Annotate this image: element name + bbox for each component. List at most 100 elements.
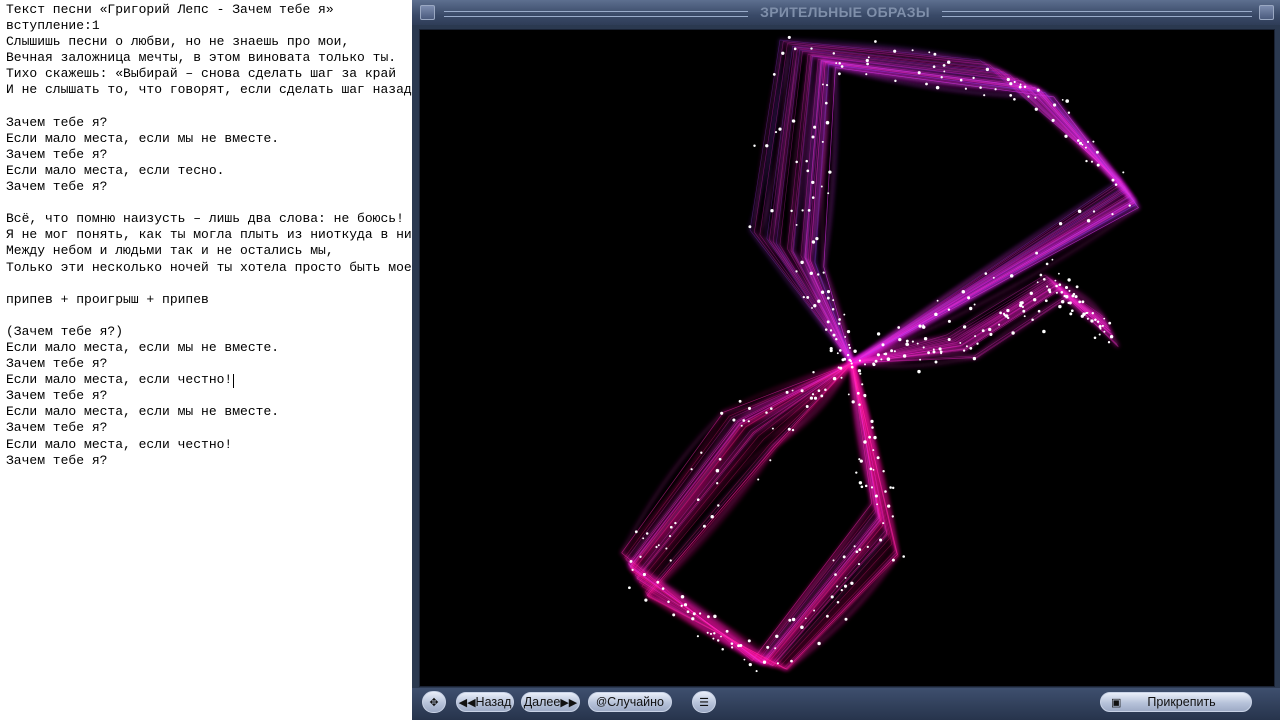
particle-dot: [665, 547, 668, 550]
particle-dot: [870, 486, 874, 489]
particle-dot: [883, 353, 886, 355]
particle-dot: [1077, 209, 1082, 214]
light-strand-core: [806, 60, 1135, 364]
particle-dot: [1035, 251, 1039, 255]
particle-dot: [874, 494, 878, 498]
particle-dot: [731, 646, 734, 649]
particle-dot: [911, 49, 914, 52]
particle-dot: [998, 323, 1001, 326]
particle-dot: [1078, 300, 1082, 304]
particle-dot: [1082, 312, 1086, 316]
light-strand: [790, 54, 1132, 364]
particle-dot: [858, 403, 861, 406]
particle-dot: [795, 160, 798, 164]
particle-dot: [932, 348, 935, 351]
lyrics-line: Вечная заложница мечты, в этом виновата …: [6, 50, 397, 66]
lyrics-line: Зачем тебе я?: [6, 356, 108, 372]
lyrics-line: вступление:1: [6, 18, 100, 34]
particle-dot: [824, 328, 828, 331]
next-button[interactable]: Далее ▶▶: [521, 692, 580, 712]
system-menu-icon[interactable]: [420, 5, 435, 20]
particle-dot: [830, 595, 834, 599]
particle-dot: [748, 225, 752, 229]
particle-dot: [645, 532, 649, 535]
particle-visualization: [620, 35, 1140, 673]
lyrics-text[interactable]: Текст песни «Григорий Лепс - Зачем тебе …: [6, 2, 412, 469]
particle-dot: [802, 295, 805, 299]
particle-dot: [801, 209, 804, 212]
particle-dot: [882, 522, 885, 525]
particle-dot: [1031, 318, 1034, 321]
particle-dot: [865, 73, 868, 76]
particle-dot: [1064, 134, 1068, 138]
particle-dot: [811, 196, 815, 199]
particle-dot: [820, 290, 825, 294]
particle-dot: [765, 144, 769, 148]
particle-dot: [686, 610, 690, 614]
particle-dot: [838, 318, 841, 321]
title-bar[interactable]: ЗРИТЕЛЬНЫЕ ОБРАЗЫ: [412, 0, 1280, 25]
random-button[interactable]: @ Случайно: [588, 692, 672, 712]
particle-dot: [1086, 140, 1090, 144]
particle-dot: [810, 47, 813, 50]
particle-dot: [936, 299, 939, 302]
particle-dot: [855, 550, 859, 554]
light-strand: [806, 60, 1136, 364]
particle-dot: [1111, 178, 1115, 182]
pin-button[interactable]: ▣ Прикрепить: [1100, 692, 1252, 712]
text-editor[interactable]: Текст песни «Григорий Лепс - Зачем тебе …: [0, 0, 412, 720]
particle-dot: [1042, 277, 1046, 281]
particle-dot: [1006, 77, 1010, 82]
particle-dot: [683, 603, 688, 607]
particle-dot: [1096, 320, 1100, 324]
particle-dot: [825, 84, 829, 87]
window-title: ЗРИТЕЛЬНЫЕ ОБРАЗЫ: [760, 4, 930, 20]
particle-dot: [821, 140, 824, 143]
back-button-label: Назад: [475, 695, 512, 709]
particle-dot: [829, 349, 833, 353]
particle-dot: [1006, 308, 1010, 313]
particle-dot: [942, 63, 946, 67]
particle-dot: [1033, 298, 1037, 302]
particle-dot: [947, 319, 951, 323]
particle-dot: [843, 313, 846, 316]
particle-dot: [629, 559, 633, 563]
particle-dot: [721, 647, 724, 651]
particle-dot: [1009, 82, 1013, 86]
particle-dot: [1009, 94, 1013, 97]
particle-dot: [1044, 299, 1048, 303]
particle-dot: [667, 600, 670, 604]
particle-dot: [1027, 95, 1030, 98]
particle-dot: [872, 362, 876, 366]
pin-window-icon: ▣: [1111, 696, 1122, 709]
lyrics-line: Тихо скажешь: «Выбирай – снова сделать ш…: [6, 66, 397, 82]
particle-dot: [907, 343, 910, 346]
particle-dot: [1013, 80, 1016, 84]
particle-dot: [861, 383, 864, 386]
particle-dot: [992, 276, 995, 279]
light-strand: [775, 49, 1128, 364]
particle-dot: [1023, 315, 1026, 318]
particle-dot: [720, 411, 724, 415]
particle-dot: [790, 209, 793, 213]
particle-dot: [1090, 319, 1094, 323]
particle-dot: [669, 525, 673, 529]
particle-dot: [811, 135, 815, 139]
close-icon[interactable]: [1259, 5, 1274, 20]
particle-dot: [932, 65, 936, 69]
particle-dot: [853, 545, 856, 548]
back-button[interactable]: ◀◀ Назад: [456, 692, 514, 712]
particle-dot: [871, 426, 874, 429]
particle-dot: [634, 530, 638, 534]
particle-dot: [717, 504, 720, 507]
particle-dot: [1084, 146, 1087, 149]
move-button[interactable]: ✥: [422, 691, 446, 713]
particle-dot: [858, 548, 862, 551]
particle-dot: [846, 329, 851, 334]
particle-dot: [680, 604, 683, 607]
particle-dot: [911, 340, 914, 343]
particle-dot: [707, 615, 710, 619]
particle-dot: [848, 343, 851, 346]
menu-button[interactable]: ☰: [692, 691, 716, 713]
title-decoration: [444, 11, 748, 17]
